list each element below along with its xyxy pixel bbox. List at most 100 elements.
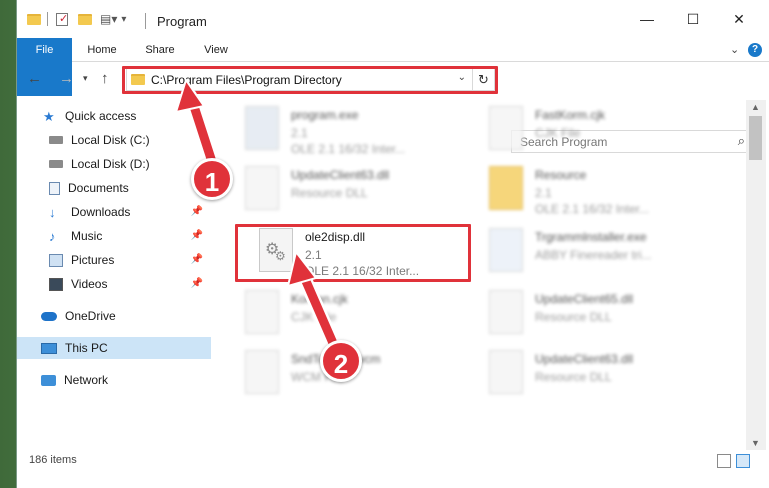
- file-name: program.exe: [291, 108, 359, 122]
- sidebar-item-label: This PC: [65, 341, 108, 355]
- sidebar-item-videos[interactable]: Videos 📌: [17, 273, 211, 295]
- title-divider: [145, 13, 146, 29]
- tab-view[interactable]: View: [193, 38, 239, 62]
- exe-icon: [245, 106, 279, 150]
- scroll-up-icon[interactable]: ▲: [751, 102, 760, 112]
- dll-icon: [489, 350, 523, 394]
- sidebar-item-local-disk-c[interactable]: Local Disk (C:): [17, 129, 211, 151]
- file-name: UpdateClient63.dll: [291, 168, 390, 182]
- file-description: OLE 2.1 16/32 Inter...: [291, 142, 406, 156]
- file-description: OLE 2.1 16/32 Inter...: [535, 202, 650, 216]
- quick-access-toolbar: ✓ ▤▾ ▾: [27, 12, 126, 26]
- tab-home[interactable]: Home: [77, 38, 127, 62]
- minimize-button[interactable]: —: [624, 0, 670, 38]
- expand-ribbon-icon[interactable]: ⌄: [730, 43, 739, 56]
- list-item[interactable]: Trgrammlnstaller.exe ABBY Finereader tri…: [483, 224, 723, 282]
- sidebar-item-label: Videos: [71, 277, 108, 291]
- details-view-icon[interactable]: [717, 454, 731, 468]
- properties-icon[interactable]: ✓: [56, 12, 68, 26]
- sidebar-item-label: Network: [64, 373, 109, 387]
- file-icon: [245, 290, 279, 334]
- sidebar-item-label: Pictures: [71, 253, 115, 267]
- sidebar-item-documents[interactable]: Documents: [17, 177, 211, 199]
- drive-icon: [49, 160, 63, 168]
- sidebar-item-label: Local Disk (C:): [71, 133, 150, 147]
- list-item[interactable]: program.exe 2.1 OLE 2.1 16/32 Inter...: [239, 102, 479, 160]
- videos-icon: [49, 277, 63, 291]
- file-version: 2.1: [291, 126, 308, 140]
- new-folder-icon[interactable]: [78, 13, 92, 25]
- folder-icon: [27, 13, 41, 25]
- tab-share[interactable]: Share: [135, 38, 185, 62]
- scroll-down-icon[interactable]: ▼: [751, 438, 760, 448]
- list-item[interactable]: Korean.cjk CJK File: [239, 286, 479, 344]
- sidebar-item-network[interactable]: Network: [17, 369, 211, 391]
- sidebar-item-quick-access[interactable]: ★ Quick access: [17, 105, 211, 127]
- sidebar-item-downloads[interactable]: ↓ Downloads 📌: [17, 201, 211, 223]
- recent-locations-icon[interactable]: ▾: [83, 73, 88, 84]
- sidebar-item-label: Music: [71, 229, 103, 243]
- close-button[interactable]: ✕: [716, 0, 762, 38]
- navigation-pane: ★ Quick access Local Disk (C:) Local Dis…: [17, 100, 211, 450]
- file-type: Resource DLL: [535, 310, 612, 324]
- list-item[interactable]: FastKorm.cjk CJK File: [483, 102, 723, 160]
- cloud-icon: [41, 311, 57, 321]
- up-arrow-icon[interactable]: ↑: [101, 70, 109, 87]
- forward-arrow-icon[interactable]: →: [59, 70, 74, 87]
- toolbar-divider: [47, 12, 48, 26]
- installer-icon: [489, 228, 523, 272]
- file-type: Resource DLL: [291, 186, 368, 200]
- status-bar: 186 items: [17, 450, 769, 474]
- back-arrow-icon[interactable]: ←: [27, 70, 42, 87]
- file-type: Resource DLL: [535, 370, 612, 384]
- star-icon: ★: [43, 108, 55, 124]
- dll-icon: [245, 166, 279, 210]
- network-icon: [41, 374, 56, 386]
- drive-icon: [49, 136, 63, 144]
- file-name: FastKorm.cjk: [535, 108, 606, 122]
- sidebar-item-music[interactable]: ♪ Music 📌: [17, 225, 211, 247]
- address-highlight-box: [122, 66, 498, 94]
- item-count: 186 items: [29, 454, 77, 466]
- title-bar: ✓ ▤▾ ▾ Program — ☐ ✕: [17, 0, 769, 38]
- file-name: Resource: [535, 168, 587, 182]
- list-item[interactable]: UpdateClient65.dll Resource DLL: [483, 286, 723, 344]
- sidebar-item-label: Quick access: [65, 109, 137, 123]
- documents-icon: [49, 181, 60, 195]
- window-title: Program: [157, 14, 207, 29]
- tiles-view-icon[interactable]: [736, 454, 750, 468]
- scroll-thumb[interactable]: [749, 116, 762, 160]
- sidebar-item-onedrive[interactable]: OneDrive: [17, 305, 211, 327]
- file-name: UpdateClient65.dll: [535, 292, 634, 306]
- pin-icon[interactable]: 📌: [191, 230, 203, 241]
- step-1-badge: 1: [191, 158, 233, 200]
- file-name: Korean.cjk: [291, 292, 348, 306]
- customize-toolbar-icon[interactable]: ▤▾: [100, 12, 117, 26]
- pc-icon: [41, 342, 57, 354]
- maximize-button[interactable]: ☐: [670, 0, 716, 38]
- dll-icon: [489, 290, 523, 334]
- step-2-badge: 2: [320, 340, 362, 382]
- file-description: ABBY Finereader tri...: [535, 248, 652, 262]
- file-name: Trgrammlnstaller.exe: [535, 230, 647, 244]
- list-item[interactable]: UpdateClient63.dll Resource DLL: [239, 162, 479, 220]
- pin-icon[interactable]: 📌: [191, 254, 203, 265]
- toolbar-dropdown-icon[interactable]: ▾: [121, 14, 126, 25]
- sidebar-item-label: Downloads: [71, 205, 131, 219]
- vertical-scrollbar[interactable]: ▲ ▼: [746, 100, 766, 450]
- sidebar-item-this-pc[interactable]: This PC: [17, 337, 211, 359]
- downloads-icon: ↓: [49, 204, 56, 220]
- pin-icon[interactable]: 📌: [191, 278, 203, 289]
- sidebar-item-local-disk-d[interactable]: Local Disk (D:): [17, 153, 211, 175]
- file-icon: [489, 106, 523, 150]
- folder-icon: [489, 166, 523, 210]
- list-item[interactable]: UpdateClient63.dll Resource DLL: [483, 346, 723, 404]
- list-item[interactable]: Resource 2.1 OLE 2.1 16/32 Inter...: [483, 162, 723, 220]
- sidebar-item-pictures[interactable]: Pictures 📌: [17, 249, 211, 271]
- pin-icon[interactable]: 📌: [191, 206, 203, 217]
- sidebar-item-label: Documents: [68, 181, 129, 195]
- file-highlight-box: [235, 224, 471, 282]
- sidebar-item-label: Local Disk (D:): [71, 157, 150, 171]
- help-icon[interactable]: ?: [748, 43, 762, 57]
- file-version: 2.1: [535, 186, 552, 200]
